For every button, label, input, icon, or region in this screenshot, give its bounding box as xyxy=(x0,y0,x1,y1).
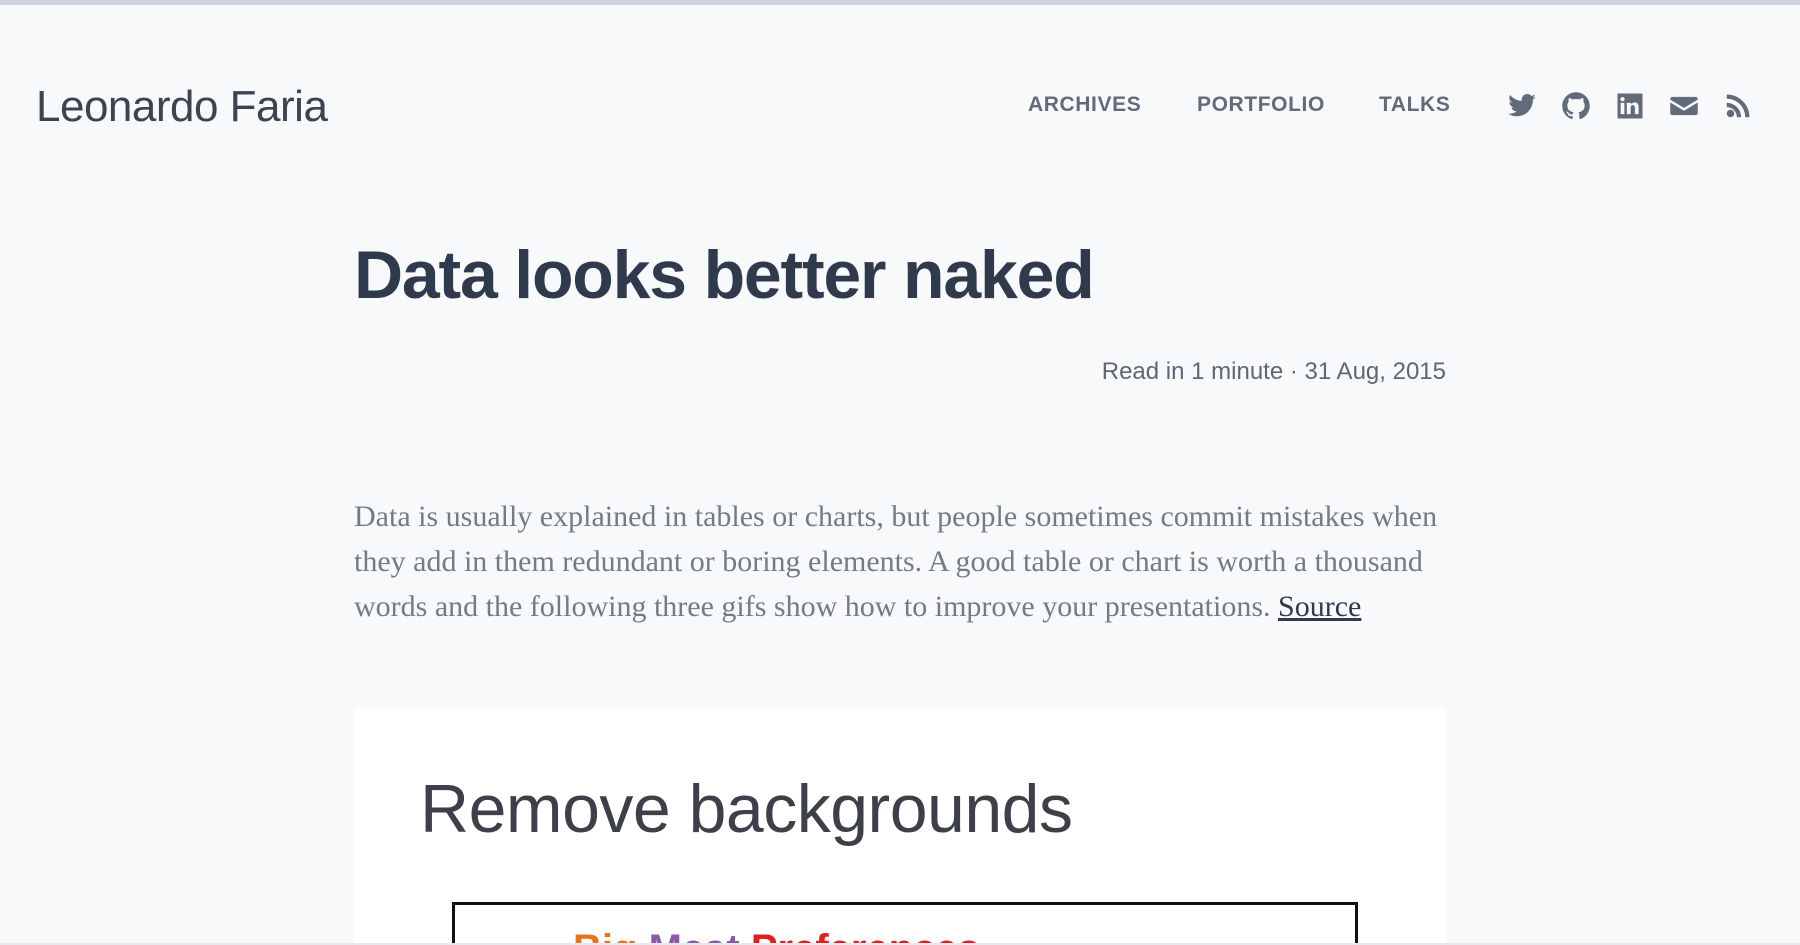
nav-link-portfolio[interactable]: PORTFOLIO xyxy=(1197,93,1325,117)
top-accent-bar xyxy=(0,0,1800,5)
post-meta: Read in 1 minute · 31 Aug, 2015 xyxy=(1101,358,1446,385)
source-link[interactable]: Source xyxy=(1278,590,1361,623)
nav-link-archives[interactable]: ARCHIVES xyxy=(1028,93,1141,117)
twitter-icon[interactable] xyxy=(1506,90,1538,122)
post-paragraph: Data is usually explained in tables or c… xyxy=(354,494,1454,629)
site-brand[interactable]: Leonardo Faria xyxy=(36,82,328,132)
gif-figure: Remove backgrounds Big Meat Preferences xyxy=(354,708,1446,945)
post-title: Data looks better naked xyxy=(354,237,1095,313)
github-icon[interactable] xyxy=(1560,90,1592,122)
figure-chart-frame: Big Meat Preferences xyxy=(452,902,1358,945)
linkedin-icon[interactable] xyxy=(1614,90,1646,122)
paragraph-text: Data is usually explained in tables or c… xyxy=(354,500,1438,623)
figure-heading: Remove backgrounds xyxy=(420,771,1073,847)
rss-icon[interactable] xyxy=(1722,90,1754,122)
email-icon[interactable] xyxy=(1668,90,1700,122)
nav-link-talks[interactable]: TALKS xyxy=(1379,93,1450,117)
